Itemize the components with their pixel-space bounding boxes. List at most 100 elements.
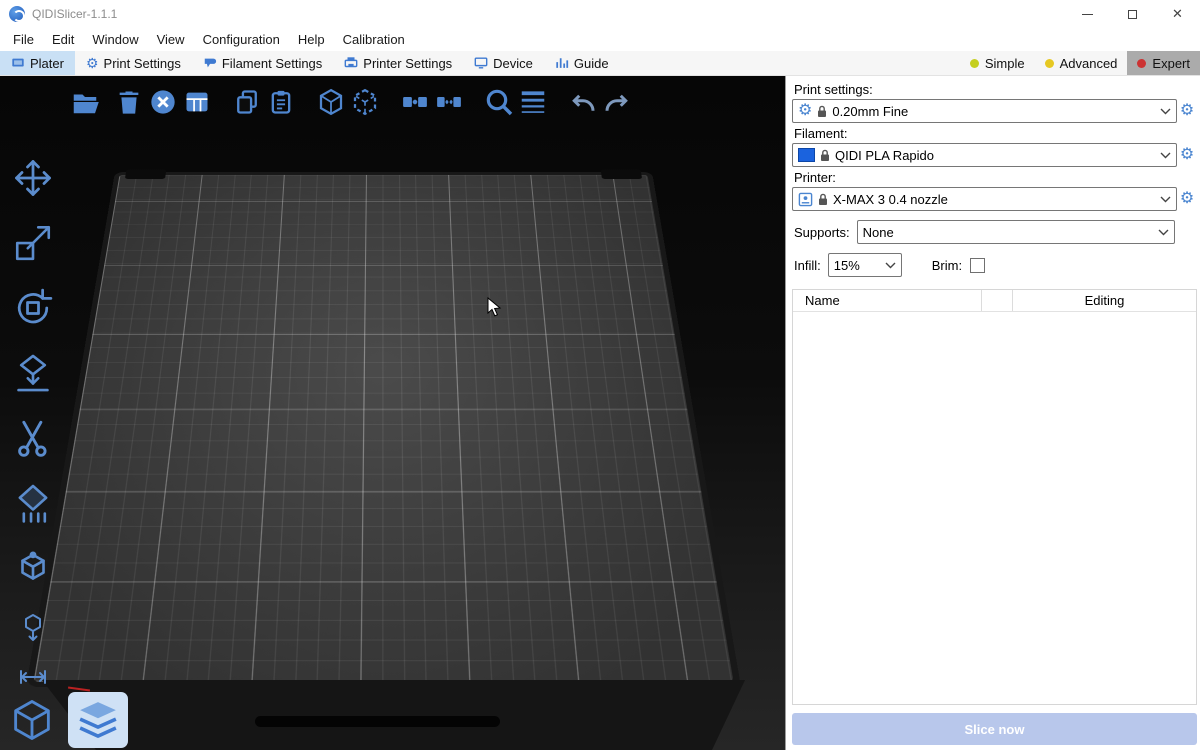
expert-mode-dot-icon <box>1137 59 1146 68</box>
seam-button[interactable] <box>8 544 58 592</box>
lock-icon <box>817 105 827 118</box>
guide-icon <box>555 56 569 70</box>
menu-help[interactable]: Help <box>289 28 334 51</box>
move-icon <box>11 156 55 200</box>
printer-gear-button[interactable]: ⚙ <box>1177 191 1197 207</box>
tab-plater[interactable]: Plater <box>0 51 75 75</box>
paste-icon <box>267 88 295 116</box>
variable-layer-height-button[interactable] <box>516 85 550 119</box>
print-settings-combo[interactable]: ⚙ 0.20mm Fine <box>792 99 1177 123</box>
close-button[interactable]: ✕ <box>1155 0 1200 28</box>
menu-window[interactable]: Window <box>83 28 147 51</box>
mode-advanced[interactable]: Advanced <box>1035 51 1128 75</box>
printer-combo[interactable]: X-MAX 3 0.4 nozzle <box>792 187 1177 211</box>
menu-file[interactable]: File <box>4 28 43 51</box>
menu-view[interactable]: View <box>148 28 194 51</box>
mode-expert[interactable]: Expert <box>1127 51 1200 75</box>
chevron-down-icon <box>1160 152 1171 159</box>
column-divider <box>981 290 982 311</box>
paste-button[interactable] <box>264 85 298 119</box>
app-logo-icon <box>9 6 25 22</box>
seam-icon <box>12 547 54 589</box>
measure-button[interactable] <box>8 651 58 687</box>
simple-mode-dot-icon <box>970 59 979 68</box>
mode-simple[interactable]: Simple <box>960 51 1035 75</box>
window-controls: ✕ <box>1065 0 1200 28</box>
close-icon: ✕ <box>1172 6 1183 22</box>
redo-icon <box>602 87 632 117</box>
minimize-button[interactable] <box>1065 0 1110 28</box>
rotate-button[interactable] <box>8 284 58 332</box>
tab-filament-settings[interactable]: Filament Settings <box>192 51 333 75</box>
object-list-body[interactable] <box>793 312 1196 704</box>
infill-combo[interactable]: 15% <box>828 253 902 277</box>
delete-button[interactable] <box>112 85 146 119</box>
print-settings-value: 0.20mm Fine <box>832 104 908 119</box>
supports-combo[interactable]: None <box>857 220 1175 244</box>
print-settings-gear-button[interactable]: ⚙ <box>1177 103 1197 119</box>
arrange-button[interactable] <box>180 85 214 119</box>
tab-label: Print Settings <box>104 56 181 71</box>
redo-button[interactable] <box>600 85 634 119</box>
chevron-down-icon <box>1160 108 1171 115</box>
column-editing[interactable]: Editing <box>1013 293 1196 308</box>
place-on-face-button[interactable] <box>8 349 58 397</box>
emboss-button[interactable] <box>8 609 58 645</box>
split-to-parts-button[interactable] <box>432 85 466 119</box>
maximize-button[interactable] <box>1110 0 1155 28</box>
filament-gear-button[interactable]: ⚙ <box>1177 147 1197 163</box>
viewport-toolbar <box>68 85 634 119</box>
search-icon <box>483 86 515 118</box>
search-button[interactable] <box>482 85 516 119</box>
tab-print-settings[interactable]: ⚙ Print Settings <box>75 51 192 75</box>
object-list-header: Name Editing <box>793 290 1196 312</box>
tab-guide[interactable]: Guide <box>544 51 620 75</box>
tabbar: Plater ⚙ Print Settings Filament Setting… <box>0 51 1200 76</box>
column-name[interactable]: Name <box>793 293 981 308</box>
preview-layers-view-button[interactable] <box>68 692 128 748</box>
menu-configuration[interactable]: Configuration <box>194 28 289 51</box>
open-button[interactable] <box>68 85 102 119</box>
slice-now-button[interactable]: Slice now <box>792 713 1197 745</box>
delete-all-button[interactable] <box>146 85 180 119</box>
gear-icon: ⚙ <box>86 56 99 70</box>
menu-calibration[interactable]: Calibration <box>334 28 414 51</box>
emboss-icon <box>17 611 49 643</box>
bed-clip-left <box>125 170 166 179</box>
rotate-icon <box>11 286 55 330</box>
tab-printer-settings[interactable]: Printer Settings <box>333 51 463 75</box>
undo-button[interactable] <box>566 85 600 119</box>
remove-instance-button[interactable] <box>348 85 382 119</box>
brim-checkbox[interactable] <box>970 258 985 273</box>
menu-edit[interactable]: Edit <box>43 28 83 51</box>
tab-device[interactable]: Device <box>463 51 544 75</box>
add-instance-icon <box>316 87 346 117</box>
split-to-objects-button[interactable] <box>398 85 432 119</box>
infill-value: 15% <box>834 258 860 273</box>
viewport-3d[interactable] <box>0 76 785 750</box>
titlebar: QIDISlicer-1.1.1 ✕ <box>0 0 1200 28</box>
infill-label: Infill: <box>794 258 821 273</box>
tab-label: Filament Settings <box>222 56 322 71</box>
bed-clip-right <box>601 170 642 179</box>
3d-editor-view-button[interactable] <box>6 692 58 748</box>
copy-button[interactable] <box>230 85 264 119</box>
maximize-icon <box>1128 10 1137 19</box>
chevron-down-icon <box>1160 196 1171 203</box>
cut-button[interactable] <box>8 414 58 462</box>
filament-combo[interactable]: QIDI PLA Rapido <box>792 143 1177 167</box>
print-bed <box>26 172 741 687</box>
add-instance-button[interactable] <box>314 85 348 119</box>
move-button[interactable] <box>8 154 58 202</box>
printer-preset-icon <box>798 192 813 207</box>
undo-icon <box>568 87 598 117</box>
scale-button[interactable] <box>8 219 58 267</box>
printer-icon <box>344 56 358 70</box>
paint-supports-button[interactable] <box>8 479 58 527</box>
window-title: QIDISlicer-1.1.1 <box>32 7 117 21</box>
3d-editor-icon <box>8 696 56 744</box>
mode-label: Simple <box>985 56 1025 71</box>
view-toggles <box>6 692 128 748</box>
preview-layers-icon <box>73 695 123 745</box>
settings-panel: Print settings: ⚙ 0.20mm Fine ⚙ Filament… <box>785 76 1200 750</box>
